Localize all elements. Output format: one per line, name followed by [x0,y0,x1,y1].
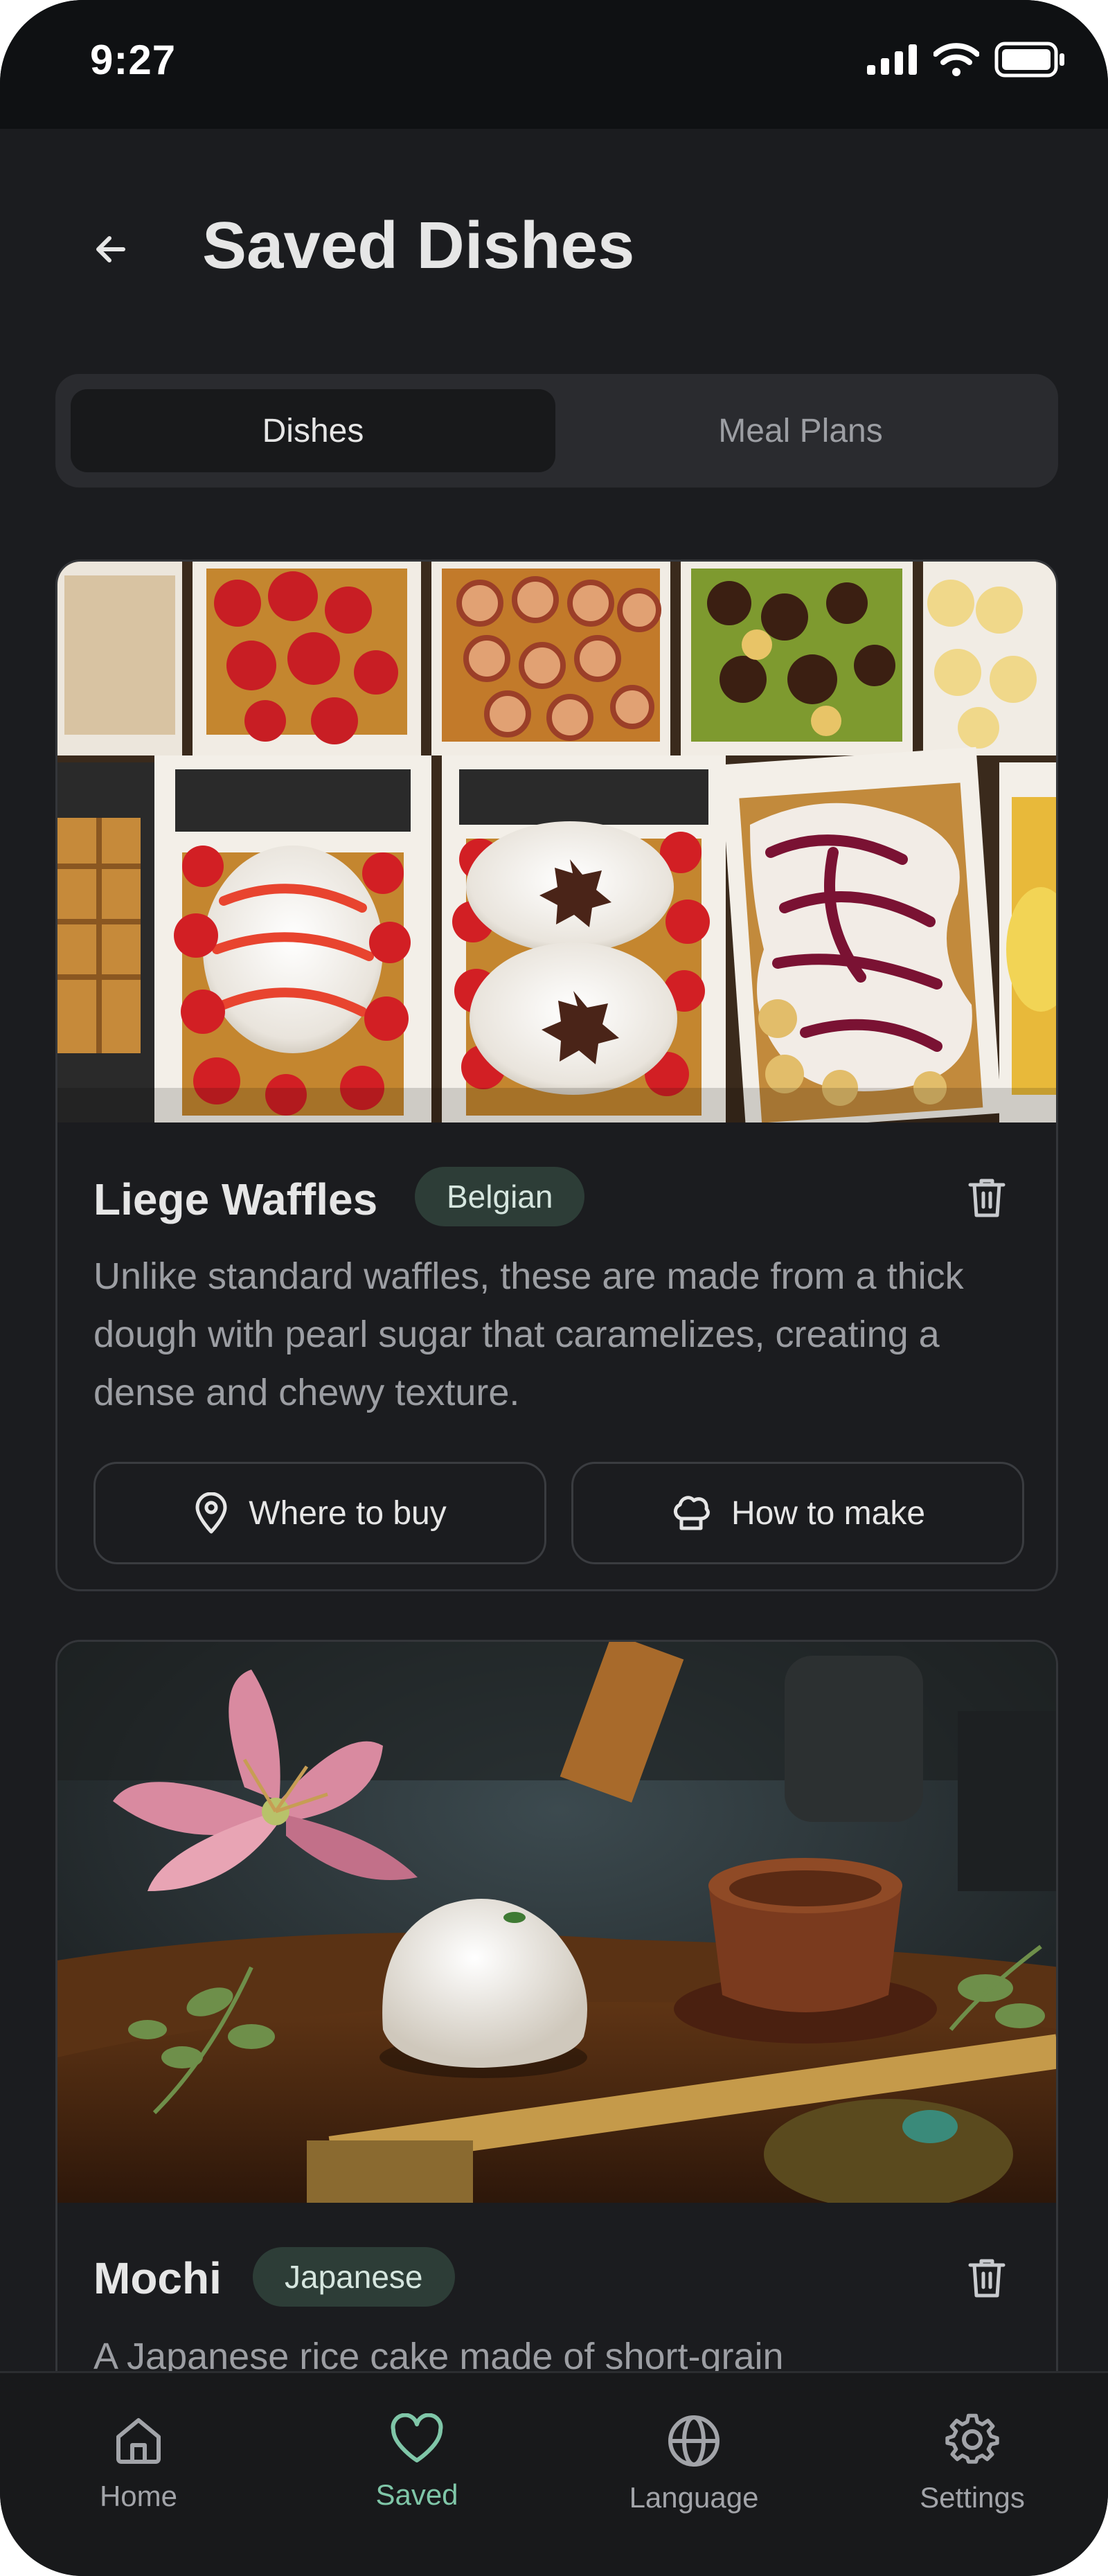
bottom-nav: Home Saved Language Settings [0,2371,1108,2576]
battery-icon [994,42,1064,78]
dish-card-liege-waffles[interactable]: Liege Waffles Belgian Unlike standard wa… [55,560,1058,1591]
segmented-control: Dishes Meal Plans [55,374,1058,488]
trash-icon [968,1179,1006,1217]
nav-language-label: Language [629,2481,759,2514]
globe-icon [668,2415,720,2467]
how-to-make-button[interactable]: How to make [571,1462,1024,1564]
home-icon [116,2418,161,2464]
delete-button[interactable] [962,1172,1012,1222]
dish-name: Mochi [93,2253,222,2303]
cuisine-badge: Belgian [415,1167,585,1226]
nav-settings-label: Settings [920,2481,1025,2514]
heart-icon [391,2413,443,2462]
nav-home[interactable]: Home [35,2413,242,2513]
waffles-photo [57,562,1056,1122]
nav-saved[interactable]: Saved [313,2413,521,2512]
delete-button[interactable] [962,2253,1012,2302]
dish-description: Unlike standard waffles, these are made … [93,1255,964,1413]
cuisine-badge: Japanese [253,2247,455,2307]
mochi-photo [57,1642,1056,2203]
map-pin-icon [195,1492,227,1534]
nav-settings[interactable]: Settings [868,2413,1076,2514]
nav-home-label: Home [99,2480,178,2512]
wifi-icon [933,43,979,76]
how-to-make-label: How to make [731,1494,926,1532]
where-to-buy-button[interactable]: Where to buy [93,1462,546,1564]
nav-language[interactable]: Language [590,2413,798,2514]
back-button[interactable] [83,222,138,277]
nav-saved-label: Saved [375,2478,458,2511]
signal-icon [867,44,917,75]
gear-icon [945,2413,999,2464]
dish-card-mochi[interactable]: Mochi Japanese A Japanese rice cake made… [55,1640,1058,2471]
phone-screen: 9:27 Saved Dishes Dishes Meal Plans Lieg… [0,0,1108,2576]
status-bar: 9:27 [0,0,1108,129]
where-to-buy-label: Where to buy [249,1494,447,1532]
tab-dishes[interactable]: Dishes [71,389,555,472]
page-title: Saved Dishes [202,208,635,283]
arrow-left-icon [96,236,125,262]
dish-card-body: Liege Waffles Belgian Unlike standard wa… [57,1122,1056,1589]
status-time: 9:27 [90,37,177,83]
dish-name: Liege Waffles [93,1174,378,1224]
trash-icon [968,2259,1006,2298]
tab-meal-plans[interactable]: Meal Plans [558,389,1043,472]
chef-hat-icon [673,1496,710,1530]
status-icons [866,42,1066,78]
